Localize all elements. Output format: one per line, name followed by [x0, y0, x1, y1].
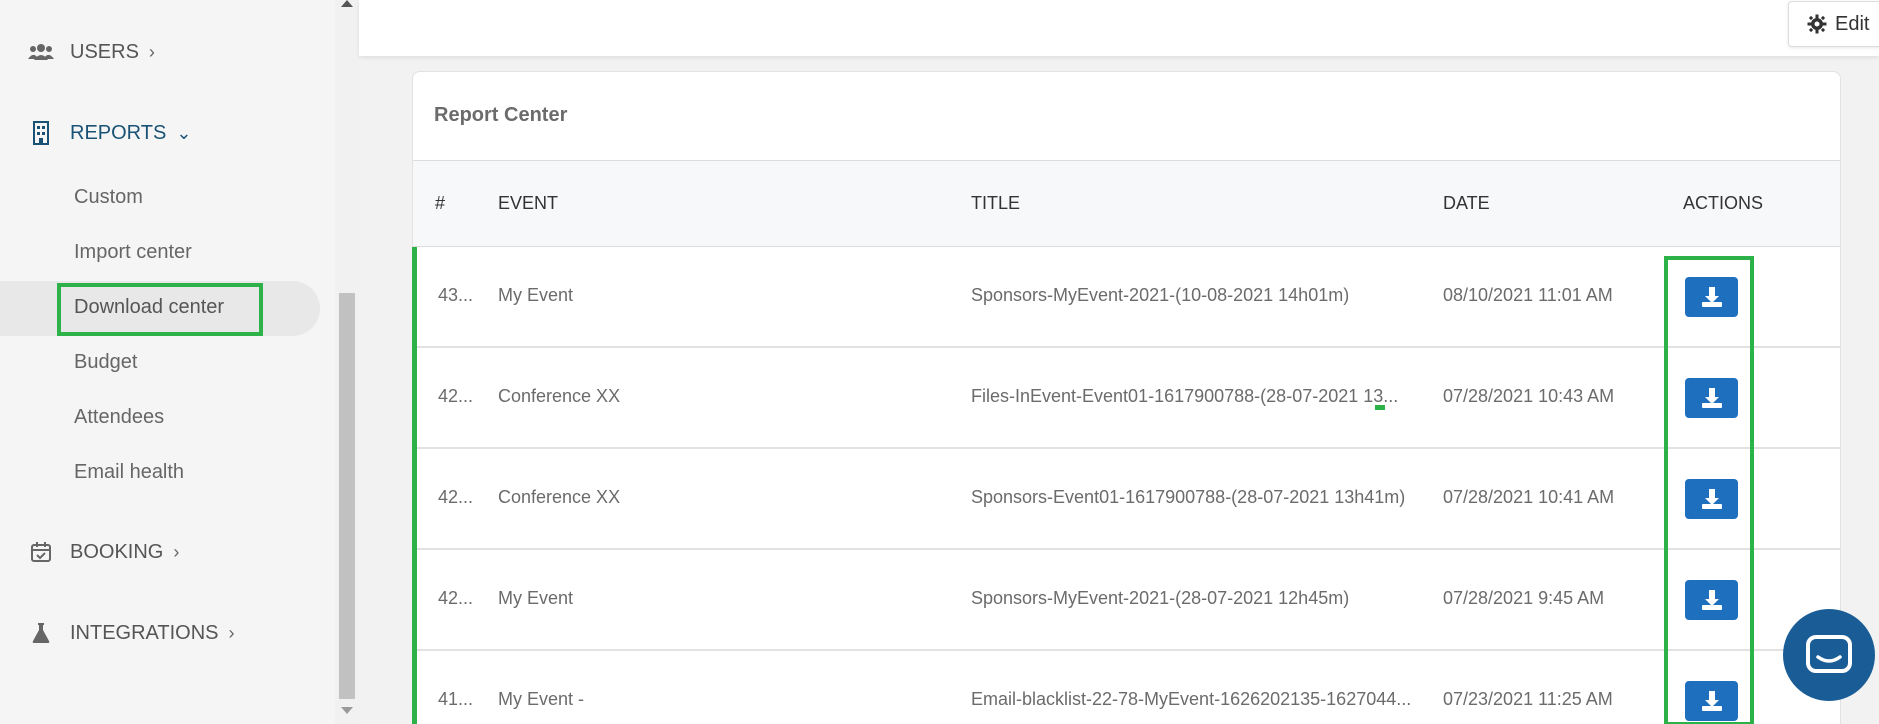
highlight-line: [412, 247, 417, 724]
table-row: 42... My Event Sponsors-MyEvent-2021-(28…: [413, 550, 1840, 651]
card-title: Report Center: [434, 104, 568, 126]
row-title: Email-blacklist-22-78-MyEvent-1626202135…: [971, 689, 1412, 709]
nav-reports[interactable]: REPORTS ⌄: [27, 118, 191, 148]
nav-booking[interactable]: BOOKING ›: [27, 537, 179, 567]
top-header: [359, 0, 1879, 56]
nav-reports-label: REPORTS: [70, 121, 167, 144]
edit-button[interactable]: Edit: [1788, 1, 1879, 47]
table-row: 41... My Event - Email-blacklist-22-78-M…: [413, 651, 1840, 724]
nav-integrations[interactable]: INTEGRATIONS ›: [27, 618, 235, 648]
row-date: 07/28/2021 9:45 AM: [1443, 588, 1605, 608]
row-event: Conference XX: [498, 487, 621, 507]
highlight-mark: [1375, 405, 1385, 410]
sidebar-item-budget[interactable]: Budget: [74, 347, 137, 377]
scroll-up-icon[interactable]: [341, 0, 353, 7]
sidebar-item-custom[interactable]: Custom: [74, 182, 143, 212]
row-event: My Event -: [498, 689, 585, 709]
row-id: 42...: [438, 386, 474, 406]
table-header: # EVENT TITLE DATE ACTIONS: [413, 161, 1840, 247]
row-event: Conference XX: [498, 386, 621, 406]
column-header-id: #: [435, 193, 446, 213]
gear-icon: [1807, 14, 1827, 34]
row-title: Sponsors-MyEvent-2021-(10-08-2021 14h01m…: [971, 285, 1350, 305]
users-icon: [27, 39, 55, 65]
nav-users[interactable]: USERS ›: [27, 37, 155, 67]
sidebar: USERS › REPORTS ⌄ Custom Import center D…: [0, 0, 335, 724]
row-id: 42...: [438, 588, 474, 608]
column-header-title: TITLE: [971, 193, 1021, 213]
column-header-actions: ACTIONS: [1683, 193, 1764, 213]
table-row: 43... My Event Sponsors-MyEvent-2021-(10…: [413, 247, 1840, 348]
row-date: 07/23/2021 11:25 AM: [1443, 689, 1613, 709]
chevron-right-icon: ›: [228, 622, 235, 643]
scroll-down-icon[interactable]: [341, 707, 353, 714]
row-id: 41...: [438, 689, 474, 709]
row-id: 43...: [438, 285, 474, 305]
scroll-thumb[interactable]: [339, 293, 355, 699]
row-date: 08/10/2021 11:01 AM: [1443, 285, 1613, 305]
building-icon: [27, 120, 55, 146]
row-id: 42...: [438, 487, 474, 507]
calendar-check-icon: [27, 539, 55, 565]
chat-icon: [1806, 635, 1852, 673]
nav-booking-label: BOOKING: [70, 540, 164, 563]
chevron-down-icon: ⌄: [176, 122, 192, 143]
sidebar-scrollbar[interactable]: [335, 0, 359, 724]
column-header-event: EVENT: [498, 193, 559, 213]
table-row: 42... Conference XX Sponsors-Event01-161…: [413, 449, 1840, 550]
flask-icon: [27, 620, 55, 646]
column-header-date: DATE: [1443, 193, 1490, 213]
nav-users-label: USERS: [70, 40, 139, 63]
row-title: Sponsors-Event01-1617900788-(28-07-2021 …: [971, 487, 1406, 507]
nav-integrations-label: INTEGRATIONS: [70, 621, 219, 644]
chat-launcher-button[interactable]: [1783, 609, 1875, 701]
row-event: My Event: [498, 285, 574, 305]
chevron-right-icon: ›: [148, 41, 155, 62]
chevron-right-icon: ›: [173, 541, 180, 562]
report-center-card: Report Center # EVENT TITLE DATE ACTIONS…: [412, 71, 1841, 724]
edit-label: Edit: [1835, 12, 1870, 35]
sidebar-item-import-center[interactable]: Import center: [74, 237, 192, 267]
row-date: 07/28/2021 10:41 AM: [1443, 487, 1615, 507]
highlight-box: [57, 283, 263, 336]
row-event: My Event: [498, 588, 574, 608]
actions-highlight-box: [1664, 256, 1754, 724]
sidebar-item-email-health[interactable]: Email health: [74, 457, 184, 487]
row-date: 07/28/2021 10:43 AM: [1443, 386, 1615, 406]
row-title: Files-InEvent-Event01-1617900788-(28-07-…: [971, 386, 1399, 406]
sidebar-item-attendees[interactable]: Attendees: [74, 402, 164, 432]
table-row: 42... Conference XX Files-InEvent-Event0…: [413, 348, 1840, 449]
row-title: Sponsors-MyEvent-2021-(28-07-2021 12h45m…: [971, 588, 1350, 608]
